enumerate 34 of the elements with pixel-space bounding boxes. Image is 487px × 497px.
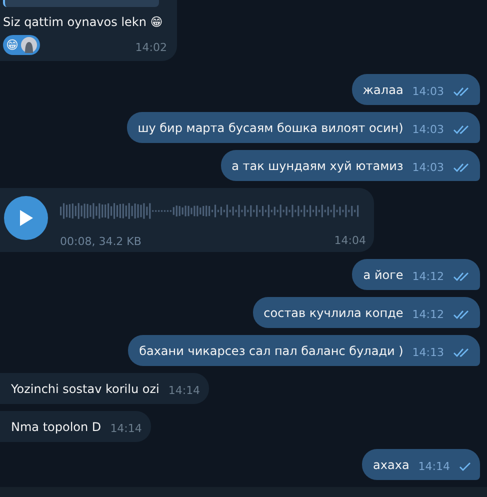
message-text: бахани чикарсез сал пал баланс булади ) (139, 343, 404, 360)
message-time: 14:02 (135, 41, 167, 55)
message-text: Yozinchi sostav korilu ozi (11, 381, 160, 398)
voice-duration-size: 00:08, 34.2 KB (60, 235, 142, 248)
message-time: 14:14 (110, 422, 142, 436)
message-text: а так шундаям хуй ютамиз (232, 158, 404, 175)
message-text: состав кучлила копде (264, 305, 404, 322)
message-time: 14:03 (412, 123, 444, 137)
double-check-icon (453, 348, 471, 358)
message-time: 14:13 (412, 346, 444, 360)
play-button[interactable] (4, 196, 48, 240)
double-check-icon (453, 310, 471, 320)
message-time: 14:04 (334, 234, 366, 248)
avatar-icon (20, 37, 37, 53)
message-text: шу бир марта бусаям бошка вилоят осин) (138, 120, 404, 137)
message-time: 14:03 (412, 85, 444, 99)
double-check-icon (453, 272, 471, 282)
message-text: Nma topolon D (11, 419, 102, 436)
double-check-icon (453, 125, 471, 135)
message-time: 14:14 (168, 384, 200, 398)
message-time: 14:12 (412, 308, 444, 322)
message-text: а йоге (363, 267, 404, 284)
play-icon (18, 209, 34, 227)
check-icon (459, 462, 471, 472)
reaction-chip[interactable]: 😁 (3, 35, 40, 55)
message-text: Siz qattim oynavos lekn 😁 (3, 14, 164, 31)
double-check-icon (453, 87, 471, 97)
message-text: ахаха (373, 457, 410, 474)
reaction-emoji: 😁 (6, 37, 19, 53)
message-time: 14:14 (418, 460, 450, 474)
message-time: 14:12 (412, 270, 444, 284)
message-time: 14:03 (412, 161, 444, 175)
double-check-icon (453, 163, 471, 173)
message-text: жалаа (362, 82, 404, 99)
